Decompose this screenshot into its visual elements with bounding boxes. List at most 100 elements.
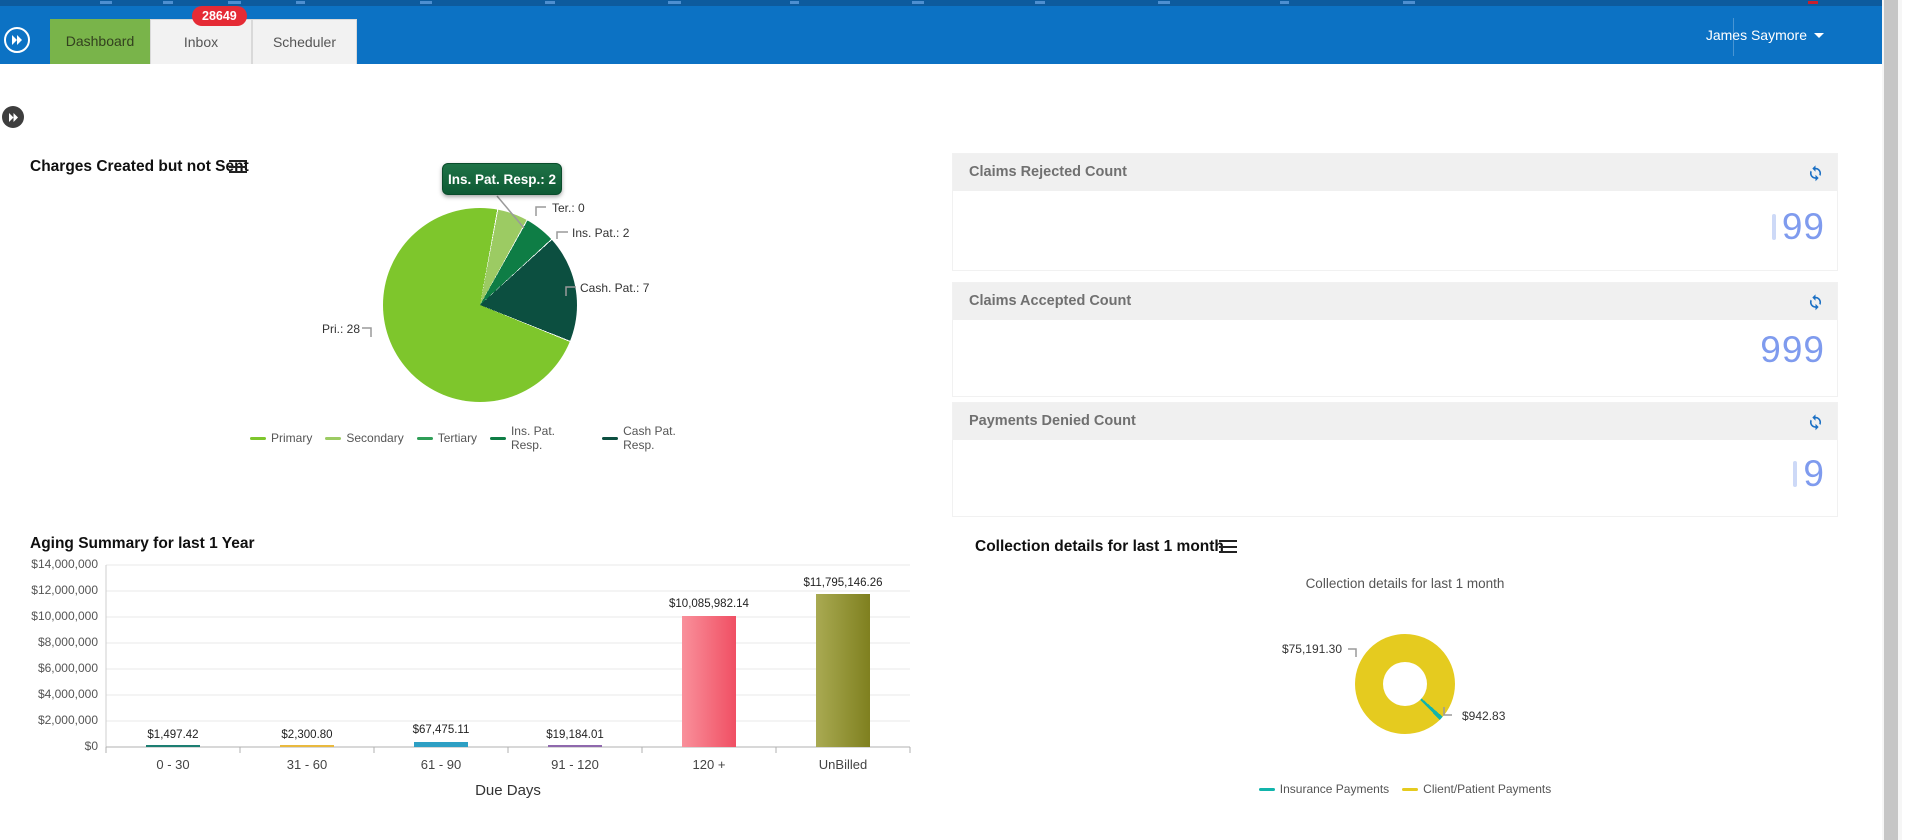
- top-strip-fragment: [1035, 1, 1045, 4]
- collection-chart-title: Collection details for last 1 month: [975, 538, 1224, 555]
- y-axis-label: $2,000,000: [37, 713, 98, 727]
- charges-chart-title: Charges Created but not Sent: [30, 158, 249, 175]
- donut-label-client: $75,191.30: [1281, 642, 1342, 656]
- legend-swatch: [416, 436, 433, 440]
- y-axis-label: $4,000,000: [37, 687, 98, 701]
- x-axis-label: 120 +: [692, 757, 726, 772]
- tab-dashboard[interactable]: Dashboard: [50, 19, 150, 64]
- top-strip-fragment: [296, 1, 305, 4]
- top-strip-fragment: [100, 1, 112, 4]
- charges-chart-menu-icon[interactable]: [229, 160, 247, 173]
- tab-scheduler[interactable]: Scheduler: [252, 19, 357, 64]
- legend-item-ins-pat-resp[interactable]: Ins. Pat. Resp.: [490, 424, 589, 452]
- kpi-card-header: Claims Rejected Count: [953, 154, 1837, 191]
- legend-swatch: [1258, 787, 1275, 791]
- chevron-down-icon: [1814, 32, 1824, 38]
- bar-31-60[interactable]: [280, 745, 334, 747]
- kpi-card-payments-denied: Payments Denied Count 9: [952, 402, 1838, 517]
- legend-item-insurance-payments[interactable]: Insurance Payments: [1258, 782, 1389, 796]
- bar-value-label: $10,085,982.14: [669, 598, 749, 610]
- refresh-icon[interactable]: [1806, 292, 1825, 311]
- aging-chart-title: Aging Summary for last 1 Year: [30, 535, 255, 552]
- x-axis-label: 91 - 120: [551, 757, 599, 772]
- kpi-value: 9: [1793, 453, 1825, 495]
- y-axis-label: $8,000,000: [37, 635, 98, 649]
- legend-swatch: [325, 436, 342, 440]
- pie-label-primary: Pri.: 28: [322, 322, 361, 336]
- fast-forward-nav-button[interactable]: [4, 27, 30, 53]
- top-strip-fragment: [912, 1, 924, 4]
- pie-legend: Primary Secondary Tertiary Ins. Pat. Res…: [250, 424, 710, 452]
- kpi-value: 999: [1760, 329, 1825, 370]
- top-strip-fragment: [1280, 1, 1289, 4]
- bar-91-120[interactable]: [548, 745, 602, 747]
- top-strip-fragment: [668, 1, 681, 4]
- top-strip-fragment: [420, 1, 432, 4]
- bar-value-label: $1,497.42: [147, 729, 199, 741]
- legend-item-cash-pat-resp[interactable]: Cash Pat. Resp.: [602, 424, 710, 452]
- fast-forward-icon: [8, 112, 18, 122]
- legend-swatch: [602, 436, 619, 440]
- x-axis-label: 61 - 90: [420, 757, 462, 772]
- y-axis-label: $6,000,000: [37, 661, 98, 675]
- scrollbar-thumb[interactable]: [1884, 0, 1898, 840]
- user-name: James Saymore: [1705, 27, 1807, 43]
- top-strip-fragment: [1808, 1, 1818, 4]
- bar-value-label: $19,184.01: [546, 729, 604, 741]
- kpi-card-title: Payments Denied Count: [969, 413, 1136, 429]
- y-axis-label: $14,000,000: [31, 557, 98, 571]
- kpi-card-header: Claims Accepted Count: [953, 283, 1837, 320]
- pie-label-cash-pat: Cash. Pat.: 7: [580, 281, 650, 295]
- kpi-card-header: Payments Denied Count: [953, 403, 1837, 440]
- bar-value-label: $11,795,146.26: [803, 577, 883, 589]
- partial-digit: [1793, 461, 1798, 487]
- top-strip-fragment: [163, 1, 173, 4]
- legend-swatch: [490, 436, 506, 440]
- collection-legend: Insurance Payments Client/Patient Paymen…: [1225, 782, 1585, 796]
- x-axis-label: 31 - 60: [286, 757, 328, 772]
- legend-swatch: [1402, 787, 1419, 791]
- y-axis-label: $0: [84, 739, 98, 753]
- user-menu[interactable]: James Saymore: [1706, 6, 1824, 64]
- pie-label-tertiary: Ter.: 0: [552, 201, 585, 215]
- x-axis-label: UnBilled: [818, 757, 868, 772]
- top-strip-fragment: [545, 1, 555, 4]
- pie-tooltip: Ins. Pat. Resp.: 2: [442, 163, 562, 195]
- legend-item-primary[interactable]: Primary: [250, 431, 312, 445]
- pie-label-ins-pat: Ins. Pat.: 2: [572, 226, 630, 240]
- x-axis-label: 0 - 30: [156, 757, 190, 772]
- partial-digit: [1771, 214, 1776, 240]
- x-axis-title: Due Days: [475, 782, 541, 799]
- kpi-card-claims-accepted: Claims Accepted Count 999: [952, 282, 1838, 397]
- bar-value-label: $67,475.11: [412, 724, 470, 736]
- refresh-icon[interactable]: [1806, 163, 1825, 182]
- legend-item-tertiary[interactable]: Tertiary: [416, 431, 477, 445]
- top-navbar: Dashboard Inbox Scheduler 28649 James Sa…: [0, 6, 1882, 64]
- kpi-card-claims-rejected: Claims Rejected Count 99: [952, 153, 1838, 271]
- y-axis-label: $10,000,000: [31, 609, 98, 623]
- donut-label-insurance: $942.83: [1462, 709, 1506, 723]
- inbox-count-badge: 28649: [192, 6, 247, 26]
- kpi-value: 99: [1771, 206, 1825, 248]
- bar-0-30[interactable]: [146, 745, 200, 747]
- sidebar-expand-button[interactable]: [2, 106, 24, 128]
- top-strip-fragment: [228, 1, 241, 4]
- top-strip-fragment: [790, 1, 799, 4]
- kpi-card-title: Claims Rejected Count: [969, 164, 1127, 180]
- bar-unbilled[interactable]: [816, 594, 870, 747]
- refresh-icon[interactable]: [1806, 412, 1825, 431]
- collection-chart-menu-icon[interactable]: [1219, 540, 1237, 553]
- legend-swatch: [250, 436, 266, 440]
- kpi-card-title: Claims Accepted Count: [969, 293, 1132, 309]
- dashboard-page: Dashboard Inbox Scheduler 28649 James Sa…: [0, 0, 1920, 840]
- top-strip-fragment: [1403, 1, 1415, 4]
- top-strip-fragment: [1158, 1, 1170, 4]
- collection-inner-title: Collection details for last 1 month: [1305, 576, 1505, 591]
- legend-item-client-patient-payments[interactable]: Client/Patient Payments: [1402, 782, 1551, 796]
- bar-value-label: $2,300.80: [281, 729, 333, 741]
- bar-120-plus[interactable]: [682, 616, 736, 747]
- bar-61-90[interactable]: [414, 742, 468, 747]
- fast-forward-icon: [12, 35, 22, 45]
- legend-item-secondary[interactable]: Secondary: [325, 431, 404, 445]
- y-axis-label: $12,000,000: [31, 583, 98, 597]
